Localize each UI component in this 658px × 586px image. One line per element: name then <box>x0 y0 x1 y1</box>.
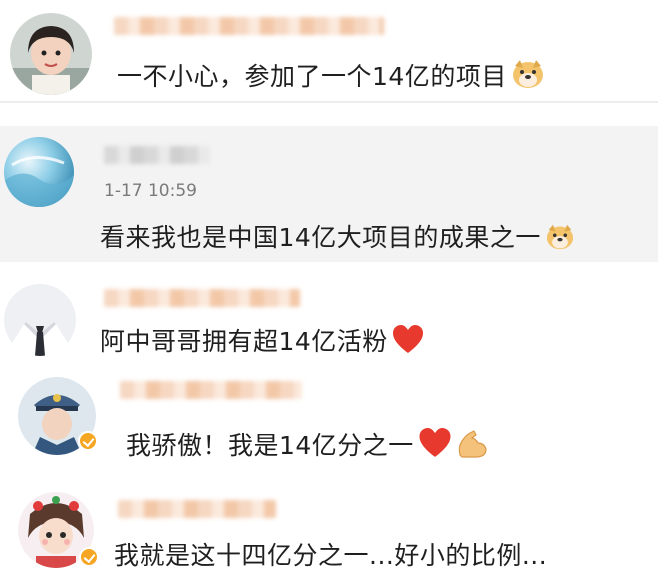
comment-text: 一不小心，参加了一个14亿的项目 <box>117 57 545 96</box>
heart-emoji <box>392 325 424 361</box>
username-blurred[interactable] <box>104 146 210 164</box>
comment-text: 阿中哥哥拥有超14亿活粉 <box>100 322 424 361</box>
username-blurred[interactable] <box>118 500 276 518</box>
username-blurred[interactable] <box>114 17 384 35</box>
verified-badge-icon <box>79 547 99 567</box>
avatar[interactable] <box>4 137 74 207</box>
verified-badge-icon <box>78 431 98 451</box>
comment-timestamp: 1-17 10:59 <box>104 181 197 201</box>
comment-item[interactable]: 我骄傲！我是14亿分之一 <box>0 366 658 471</box>
comment-text: 我就是这十四亿分之一...好小的比例... <box>114 541 548 570</box>
comment-text: 看来我也是中国14亿大项目的成果之一 <box>100 218 575 257</box>
avatar[interactable] <box>4 284 76 356</box>
username-blurred[interactable] <box>104 289 300 307</box>
comment-item[interactable]: 阿中哥哥拥有超14亿活粉 <box>0 272 658 362</box>
comment-item[interactable]: 一不小心，参加了一个14亿的项目 <box>0 0 658 100</box>
comment-item[interactable]: 1-17 10:59 看来我也是中国14亿大项目的成果之一 <box>0 126 658 262</box>
username-blurred[interactable] <box>120 381 302 399</box>
doge-emoji <box>545 223 575 257</box>
divider <box>0 101 658 103</box>
heart-emoji <box>418 428 452 465</box>
comment-text: 我骄傲！我是14亿分之一 <box>126 426 488 465</box>
avatar[interactable] <box>10 13 92 95</box>
comment-item[interactable]: 我就是这十四亿分之一...好小的比例... <box>0 478 658 586</box>
flexed-arm-emoji <box>456 429 488 465</box>
doge-emoji <box>511 58 545 96</box>
